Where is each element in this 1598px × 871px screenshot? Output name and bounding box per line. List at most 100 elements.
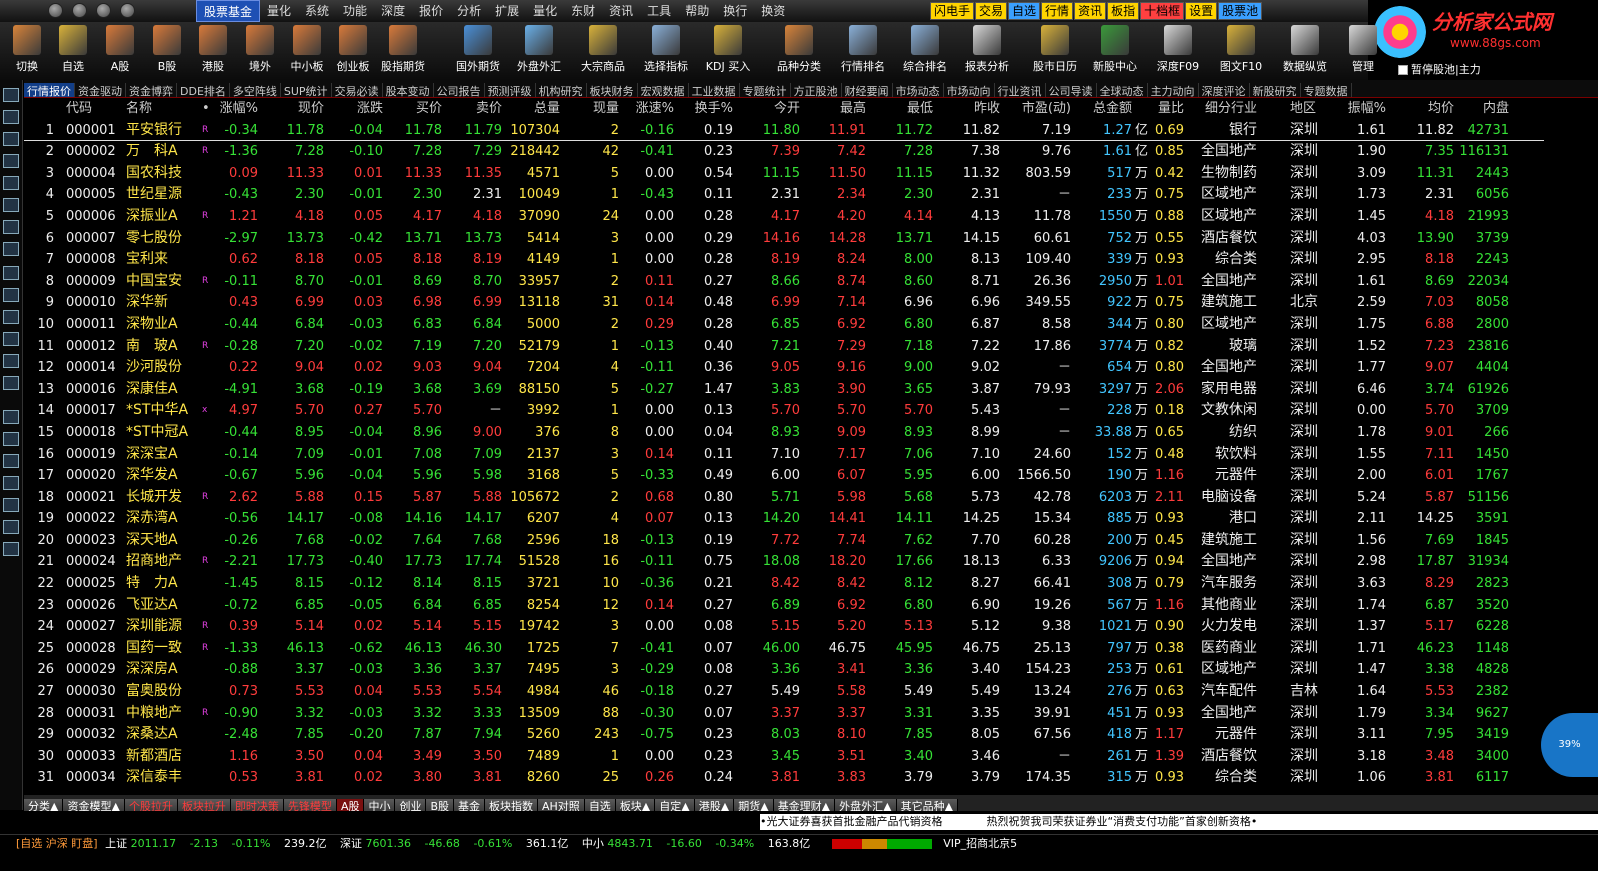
table-row[interactable]: 2 000002 万 科A R -1.36 7.28 -0.10 7.28 7.29 218442…: [24, 141, 1544, 163]
info-tab[interactable]: 公司报告: [434, 83, 485, 97]
column-header[interactable]: 涨跌: [357, 98, 383, 120]
info-tab[interactable]: 财经要闻: [842, 83, 893, 97]
toolbar-button[interactable]: 深度F09: [1155, 22, 1201, 80]
toolbar-button[interactable]: 选择指标: [643, 22, 689, 80]
market-tab[interactable]: 板块拉升: [177, 799, 231, 811]
info-tab[interactable]: 多空阵线: [230, 83, 281, 97]
table-row[interactable]: 29 000032 深桑达A -2.48 7.85 -0.20 7.87 7.94 5260 24…: [24, 724, 1544, 746]
column-header[interactable]: 现量: [593, 98, 619, 120]
table-row[interactable]: 19 000022 深赤湾A -0.56 14.17 -0.08 14.16 14.17 620…: [24, 508, 1544, 530]
market-tab[interactable]: 其它品种▲: [896, 799, 959, 811]
market-tab[interactable]: 创业: [395, 799, 427, 811]
quick-button[interactable]: 自选: [1008, 2, 1041, 20]
info-tab[interactable]: 专题统计: [740, 83, 791, 97]
info-tab[interactable]: 全球动态: [1097, 83, 1148, 97]
info-tab[interactable]: 交易必读: [332, 83, 383, 97]
table-row[interactable]: 1 000001 平安银行 R -0.34 11.78 -0.04 11.78 11.79 107…: [24, 120, 1544, 142]
toolbar-button[interactable]: 股指期货: [380, 22, 426, 80]
sidebar-tool-icon[interactable]: [3, 110, 19, 124]
market-tab[interactable]: 先锋模型: [283, 799, 337, 811]
toolbar-button[interactable]: 外盘外汇: [516, 22, 562, 80]
market-tab[interactable]: 港股▲: [694, 799, 735, 811]
market-tab[interactable]: 板块指数: [485, 799, 539, 811]
progress-bubble[interactable]: 39%: [1541, 713, 1598, 777]
menu-item[interactable]: 资讯: [602, 0, 640, 22]
table-row[interactable]: 10 000011 深物业A -0.44 6.84 -0.03 6.83 6.84 5000 2 0…: [24, 314, 1544, 336]
table-row[interactable]: 7 000008 宝利来 0.62 8.18 0.05 8.18 8.19 4149 1 0.00 0…: [24, 249, 1544, 271]
market-tab[interactable]: 基金理财▲: [773, 799, 836, 811]
toolbar-button[interactable]: 报表分析: [964, 22, 1010, 80]
menu-item[interactable]: 量化: [526, 0, 564, 22]
quick-button[interactable]: 行情: [1041, 2, 1074, 20]
info-tab[interactable]: 行情报价: [24, 83, 75, 97]
table-row[interactable]: 17 000020 深华发A -0.67 5.96 -0.04 5.96 5.98 3168 5 -…: [24, 465, 1544, 487]
column-header[interactable]: 内盘: [1483, 98, 1509, 120]
column-header[interactable]: 总金额: [1093, 98, 1132, 120]
toolbar-button[interactable]: KDJ 买入: [705, 22, 751, 80]
menu-item[interactable]: 扩展: [488, 0, 526, 22]
info-tab[interactable]: 预测评级: [485, 83, 536, 97]
sidebar-tool-icon[interactable]: [3, 476, 19, 490]
status-prefix[interactable]: [自选 沪深 盯盘]: [0, 835, 98, 853]
table-row[interactable]: 21 000024 招商地产 R -2.21 17.73 -0.40 17.73 17.74 51…: [24, 551, 1544, 573]
info-tab[interactable]: 机构研究: [536, 83, 587, 97]
market-tab[interactable]: 中小: [364, 799, 396, 811]
column-header[interactable]: 昨收: [974, 98, 1000, 120]
column-header[interactable]: 今开: [774, 98, 800, 120]
sidebar-tool-icon[interactable]: [3, 288, 19, 302]
info-tab[interactable]: 股本变动: [383, 83, 434, 97]
table-row[interactable]: 31 000034 深信泰丰 0.53 3.81 0.02 3.80 3.81 8260 25 0.…: [24, 767, 1544, 789]
menu-item[interactable]: 帮助: [678, 0, 716, 22]
toolbar-button[interactable]: 管理: [1340, 22, 1386, 80]
checkbox-icon[interactable]: [1398, 65, 1408, 75]
window-button-icon[interactable]: [120, 3, 135, 18]
column-header[interactable]: 均价: [1428, 98, 1454, 120]
table-row[interactable]: 26 000029 深深房A -0.88 3.37 -0.03 3.36 3.37 7495 3 -…: [24, 659, 1544, 681]
market-tab[interactable]: A股: [336, 799, 365, 811]
table-row[interactable]: 28 000031 中粮地产 R -0.90 3.32 -0.03 3.32 3.33 13509…: [24, 703, 1544, 725]
toolbar-button[interactable]: 综合排名: [902, 22, 948, 80]
menu-item[interactable]: 量化: [260, 0, 298, 22]
market-tab[interactable]: 基金: [454, 799, 486, 811]
table-row[interactable]: 11 000012 南 玻A R -0.28 7.20 -0.02 7.19 7.20 52179…: [24, 336, 1544, 358]
table-row[interactable]: 6 000007 零七股份 -2.97 13.73 -0.42 13.71 13.73 5414…: [24, 228, 1544, 250]
info-tab[interactable]: 公司导读: [1046, 83, 1097, 97]
market-tab[interactable]: 即时决策: [230, 799, 284, 811]
column-header[interactable]: 最低: [907, 98, 933, 120]
table-row[interactable]: 8 000009 中国宝安 R -0.11 8.70 -0.01 8.69 8.70 33957 2…: [24, 271, 1544, 293]
menu-item[interactable]: 换行: [716, 0, 754, 22]
toolbar-button[interactable]: 国外期货: [455, 22, 501, 80]
table-row[interactable]: 18 000021 长城开发 R 2.62 5.88 0.15 5.87 5.88 105672 2…: [24, 487, 1544, 509]
market-tab[interactable]: 板块▲: [615, 799, 656, 811]
column-header[interactable]: 代码: [66, 98, 92, 120]
toolbar-button[interactable]: 数据纵览: [1282, 22, 1328, 80]
info-tab[interactable]: 资金博弈: [126, 83, 177, 97]
table-row[interactable]: 9 000010 深华新 0.43 6.99 0.03 6.98 6.99 13118 31 0.1…: [24, 292, 1544, 314]
column-header[interactable]: 名称: [126, 98, 152, 120]
menu-item[interactable]: 东财: [564, 0, 602, 22]
column-header[interactable]: 量比: [1158, 98, 1184, 120]
menu-item[interactable]: 系统: [298, 0, 336, 22]
info-tab[interactable]: 资金驱动: [75, 83, 126, 97]
market-tab[interactable]: 期货▲: [734, 799, 774, 811]
column-header[interactable]: 最高: [840, 98, 866, 120]
column-header[interactable]: 涨速%: [636, 98, 674, 120]
column-header[interactable]: 细分行业: [1205, 98, 1257, 120]
column-header[interactable]: 换手%: [695, 98, 733, 120]
table-row[interactable]: 5 000006 深振业A R 1.21 4.18 0.05 4.17 4.18 37090 24 0…: [24, 206, 1544, 228]
sidebar-tool-icon[interactable]: [3, 154, 19, 168]
info-tab[interactable]: DDE排名: [177, 83, 230, 97]
table-row[interactable]: 24 000027 深圳能源 R 0.39 5.14 0.02 5.14 5.15 19742 3 0…: [24, 616, 1544, 638]
server-name[interactable]: VIP_招商北京5: [943, 835, 1017, 853]
info-tab[interactable]: 行业资讯: [995, 83, 1046, 97]
column-header[interactable]: 买价: [416, 98, 442, 120]
sidebar-tool-icon[interactable]: [3, 242, 19, 256]
sidebar-tool-icon[interactable]: [3, 220, 19, 234]
quick-button[interactable]: 资讯: [1074, 2, 1107, 20]
sidebar-tool-icon[interactable]: [3, 176, 19, 190]
info-tab[interactable]: 方正股池: [791, 83, 842, 97]
menu-item[interactable]: 功能: [336, 0, 374, 22]
table-row[interactable]: 27 000030 富奥股份 0.73 5.53 0.04 5.53 5.54 4984 46 -0…: [24, 681, 1544, 703]
sidebar-tool-icon[interactable]: [3, 432, 19, 446]
info-tab[interactable]: 市场动向: [944, 83, 995, 97]
